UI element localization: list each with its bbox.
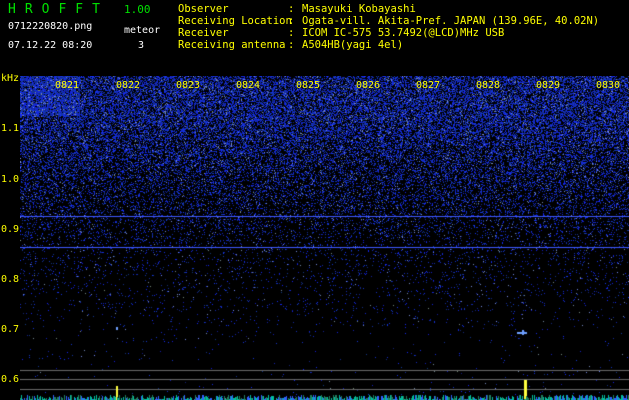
y-tick-label: 1.0 xyxy=(1,174,20,185)
info-value: A504HB(yagi 4el) xyxy=(302,39,404,51)
info-row-receiver: Receiver: ICOM IC-575 53.7492(@LCD)MHz U… xyxy=(178,27,599,39)
x-tick-label: 0824 xyxy=(236,80,261,91)
y-tick-label: 0.8 xyxy=(1,274,20,285)
info-row-antenna: Receiving antenna: A504HB(yagi 4el) xyxy=(178,39,599,51)
info-label: Receiving Location xyxy=(178,15,292,27)
y-tick-label: 0.9 xyxy=(1,224,20,235)
x-tick-label: 0822 xyxy=(116,80,141,91)
meteor-label: meteor xyxy=(124,25,161,36)
unit-label: kHz xyxy=(1,73,20,84)
info-label: Observer xyxy=(178,3,229,15)
x-tick-label: 0829 xyxy=(536,80,561,91)
x-tick-label: 0825 xyxy=(296,80,321,91)
info-separator: : xyxy=(288,15,301,27)
info-separator: : xyxy=(288,27,301,39)
y-tick-label: 1.1 xyxy=(1,123,20,134)
info-value: ICOM IC-575 53.7492(@LCD)MHz USB xyxy=(302,27,505,39)
station-info: Observer: Masayuki Kobayashi Receiving L… xyxy=(178,3,599,51)
info-separator: : xyxy=(288,3,301,15)
y-tick-label: 0.6 xyxy=(1,374,20,385)
date-time: 07.12.22 08:20 xyxy=(8,40,93,51)
info-value: Masayuki Kobayashi xyxy=(302,3,416,15)
info-label: Receiving antenna xyxy=(178,39,286,51)
x-tick-label: 0828 xyxy=(476,80,501,91)
y-tick-label: 0.7 xyxy=(1,324,20,335)
file-name: 0712220820.png xyxy=(8,21,93,32)
x-tick-label: 0821 xyxy=(55,80,80,91)
app-title: HROFFT xyxy=(8,2,109,17)
spectrogram xyxy=(20,76,629,400)
info-row-location: Receiving Location: Ogata-vill. Akita-Pr… xyxy=(178,15,599,27)
app-version: 1.00 xyxy=(124,3,151,16)
info-row-observer: Observer: Masayuki Kobayashi xyxy=(178,3,599,15)
info-label: Receiver xyxy=(178,27,229,39)
info-separator: : xyxy=(288,39,301,51)
x-tick-label: 0823 xyxy=(176,80,201,91)
meteor-count: 3 xyxy=(138,40,145,51)
x-tick-label: 0826 xyxy=(356,80,381,91)
x-tick-label: 0827 xyxy=(416,80,441,91)
x-tick-label: 0830 xyxy=(596,80,621,91)
info-value: Ogata-vill. Akita-Pref. JAPAN (139.96E, … xyxy=(302,15,600,27)
